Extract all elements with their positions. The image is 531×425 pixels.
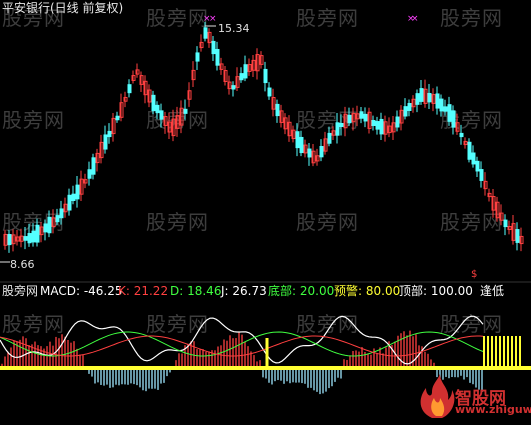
- candle-body: [379, 118, 384, 135]
- candlestick-series: [3, 21, 524, 253]
- price-markers: ×× ××$: [0, 14, 477, 280]
- candle-body: [115, 115, 120, 121]
- candle-body: [151, 94, 156, 112]
- candle-body: [31, 230, 36, 243]
- candle-body: [327, 132, 332, 144]
- candle-body: [231, 85, 236, 90]
- candle-body: [155, 104, 160, 114]
- candle-body: [447, 104, 452, 122]
- candle-body: [407, 103, 412, 111]
- candle-body: [275, 103, 280, 117]
- candle-body: [183, 108, 188, 114]
- stock-chart-window: 股旁网 股旁网 股旁网 股旁网 股旁网 股旁网 股旁网 股旁网 股旁网 股旁网 …: [0, 0, 531, 425]
- j-value: J: 26.73: [221, 284, 267, 298]
- candle-body: [263, 68, 268, 84]
- candle-body: [203, 27, 208, 39]
- candle-body: [347, 114, 352, 124]
- candle-body: [443, 106, 448, 112]
- candle-body: [91, 157, 96, 175]
- candle-body: [435, 93, 440, 109]
- candle-body: [215, 48, 220, 66]
- logo-url: www.zhiguw.com: [455, 403, 531, 416]
- candle-body: [375, 121, 380, 130]
- candle-body: [71, 193, 76, 201]
- candle-body: [307, 148, 312, 158]
- macd-value: MACD: -46.25: [40, 284, 123, 298]
- chart-canvas: ×× ××$: [0, 14, 531, 395]
- candle-body: [159, 110, 164, 120]
- candle-body: [43, 223, 48, 233]
- candle-body: [515, 229, 520, 243]
- candle-body: [67, 194, 72, 211]
- marker-icon: ×: [411, 14, 419, 24]
- low-price-label: 8.66: [10, 258, 35, 271]
- candle-body: [47, 216, 52, 234]
- candle-body: [459, 132, 464, 138]
- candle-body: [335, 122, 340, 136]
- candle-body: [107, 130, 112, 138]
- candle-body: [439, 98, 444, 112]
- indicator-name: 股旁网: [2, 284, 39, 298]
- candle-body: [339, 122, 344, 128]
- chart-title: 平安银行(日线 前复权): [2, 1, 124, 15]
- candle-body: [359, 111, 364, 119]
- candle-body: [419, 88, 424, 102]
- candle-body: [467, 141, 472, 160]
- candle-body: [299, 136, 304, 154]
- candle-body: [195, 52, 200, 62]
- candle-body: [211, 40, 216, 55]
- candle-body: [371, 119, 376, 127]
- candle-body: [395, 116, 400, 128]
- marker-icon: ×: [209, 14, 217, 24]
- candle-body: [7, 234, 12, 246]
- candle-body: [475, 160, 480, 172]
- candle-body: [27, 233, 32, 244]
- candle-body: [243, 64, 248, 79]
- candle-body: [87, 169, 92, 179]
- top-value: 顶部: 100.00: [399, 284, 473, 298]
- d-value: D: 18.46: [170, 284, 222, 298]
- candle-body: [59, 208, 64, 219]
- bottom-value: 底部: 20.00: [268, 284, 335, 298]
- candle-body: [35, 224, 40, 243]
- candle-body: [403, 106, 408, 117]
- candle-body: [479, 169, 484, 181]
- candle-body: [363, 113, 368, 122]
- candle-body: [103, 134, 108, 150]
- candle-body: [503, 219, 508, 228]
- candle-body: [23, 236, 28, 241]
- candle-body: [267, 87, 272, 97]
- candle-body: [75, 184, 80, 200]
- candle-body: [319, 146, 324, 158]
- indicator-bar: 股旁网 MACD: -46.25 K: 21.22 D: 18.46 J: 26…: [0, 283, 531, 299]
- candle-body: [239, 73, 244, 81]
- candle-body: [471, 152, 476, 165]
- warning-value: 预警: 80.00: [334, 284, 401, 298]
- candle-body: [451, 110, 456, 128]
- signal-marker-icon: $: [471, 269, 477, 280]
- candle-body: [295, 131, 300, 149]
- candle-body: [415, 93, 420, 105]
- high-price-label: 15.34: [218, 22, 250, 35]
- candle-body: [427, 92, 432, 103]
- k-value: K: 21.22: [118, 284, 169, 298]
- signal-value: 逢低: [480, 284, 505, 298]
- candle-body: [55, 215, 60, 223]
- candle-body: [127, 84, 132, 94]
